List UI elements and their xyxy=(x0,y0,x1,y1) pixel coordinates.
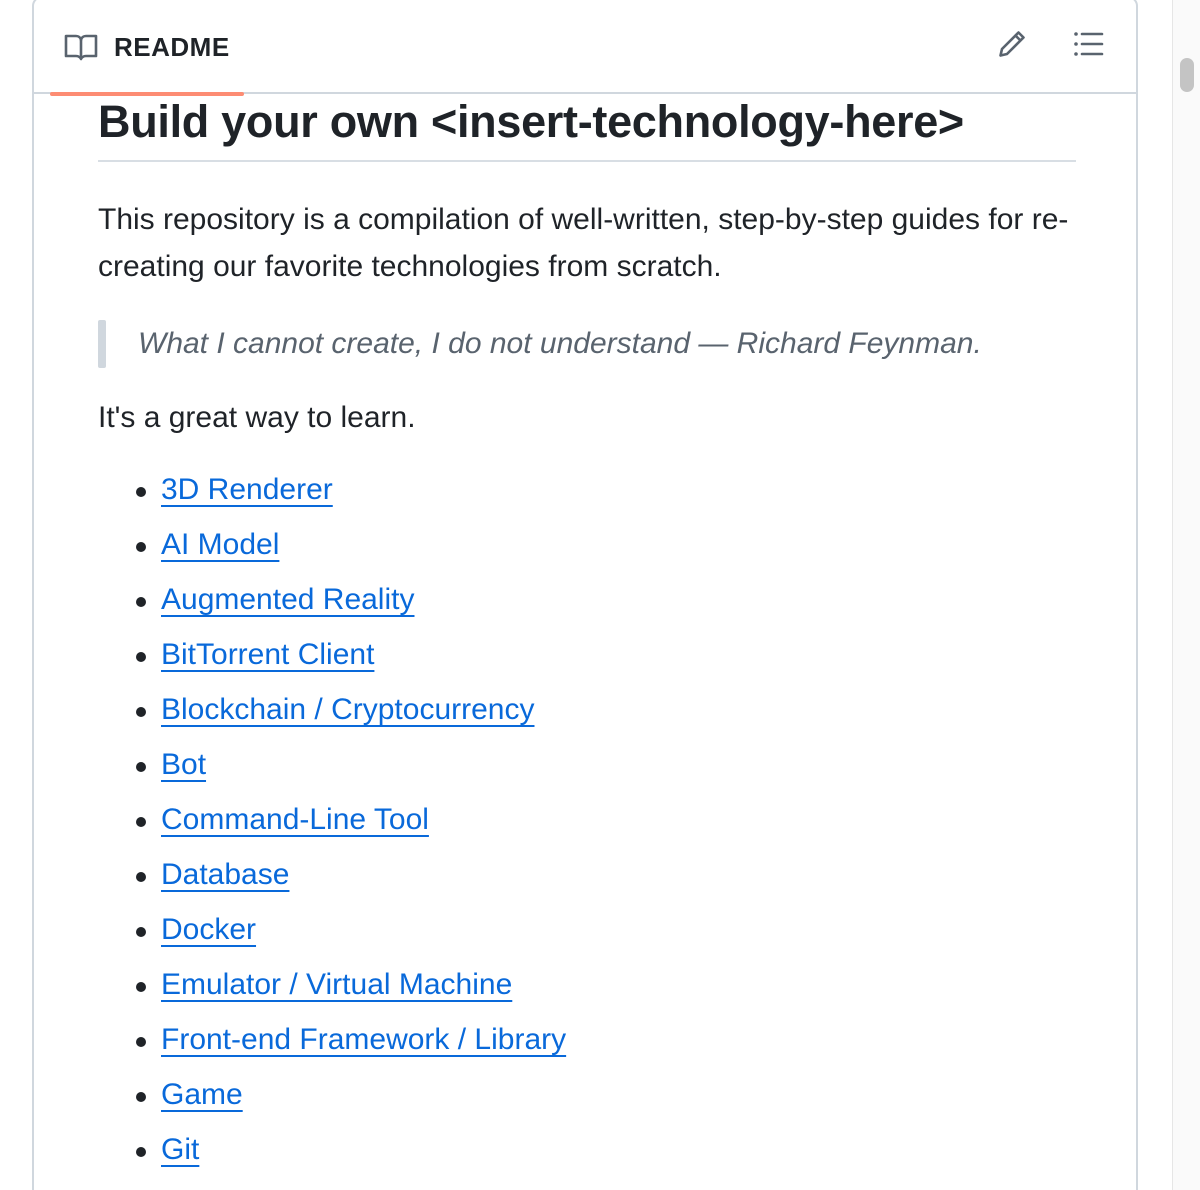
list-item: Augmented Reality xyxy=(98,578,1076,633)
technology-link[interactable]: Bot xyxy=(161,748,206,781)
scrollbar-thumb[interactable] xyxy=(1180,58,1194,92)
bullet-icon xyxy=(136,1037,146,1047)
blockquote-text: What I cannot create, I do not understan… xyxy=(138,327,982,360)
technology-link[interactable]: Git xyxy=(161,1133,199,1166)
readme-intro: This repository is a compilation of well… xyxy=(98,203,1069,283)
bullet-icon xyxy=(136,762,146,772)
page: README Build your own <insert-technology… xyxy=(0,0,1200,1190)
technology-link[interactable]: Docker xyxy=(161,913,256,946)
book-icon xyxy=(64,34,98,61)
tab-readme[interactable]: README xyxy=(50,0,244,96)
list-item: Command-Line Tool xyxy=(98,798,1076,853)
technology-link[interactable]: BitTorrent Client xyxy=(161,638,374,671)
bullet-icon xyxy=(136,542,146,552)
list-item: Emulator / Virtual Machine xyxy=(98,963,1076,1018)
bullet-icon xyxy=(136,927,146,937)
technology-link[interactable]: 3D Renderer xyxy=(161,473,333,506)
readme-content: Build your own <insert-technology-here> … xyxy=(98,94,1076,1183)
outline-button[interactable] xyxy=(1068,24,1108,64)
bullet-icon xyxy=(136,817,146,827)
technology-link[interactable]: Blockchain / Cryptocurrency xyxy=(161,693,534,726)
list-item: 3D Renderer xyxy=(98,468,1076,523)
list-item: Front-end Framework / Library xyxy=(98,1018,1076,1073)
technology-link[interactable]: AI Model xyxy=(161,528,279,561)
bullet-icon xyxy=(136,707,146,717)
bullet-icon xyxy=(136,1147,146,1157)
bullet-icon xyxy=(136,487,146,497)
tab-readme-label: README xyxy=(114,32,230,62)
list-item: Bot xyxy=(98,743,1076,798)
blockquote-bar xyxy=(98,320,106,368)
bullet-icon xyxy=(136,597,146,607)
bullet-icon xyxy=(136,872,146,882)
bullet-icon xyxy=(136,982,146,992)
list-item: Git xyxy=(98,1128,1076,1183)
technology-link[interactable]: Emulator / Virtual Machine xyxy=(161,968,512,1001)
list-item: Blockchain / Cryptocurrency xyxy=(98,688,1076,743)
pencil-icon xyxy=(999,31,1025,57)
list-item: BitTorrent Client xyxy=(98,633,1076,688)
readme-card: README Build your own <insert-technology… xyxy=(32,0,1138,1190)
technology-link[interactable]: Front-end Framework / Library xyxy=(161,1023,566,1056)
technology-list: 3D Renderer AI Model Augmented Reality BitT… xyxy=(98,468,1076,1183)
list-item: Docker xyxy=(98,908,1076,963)
readme-title: Build your own <insert-technology-here> xyxy=(98,94,1076,162)
technology-link[interactable]: Augmented Reality xyxy=(161,583,414,616)
readme-learn-text: It's a great way to learn. xyxy=(98,401,416,434)
readme-header: README xyxy=(34,0,1136,96)
bullet-icon xyxy=(136,652,146,662)
technology-link[interactable]: Command-Line Tool xyxy=(161,803,429,836)
list-unordered-icon xyxy=(1074,32,1104,56)
list-item: Game xyxy=(98,1073,1076,1128)
scrollbar[interactable] xyxy=(1172,0,1200,1190)
technology-link[interactable]: Game xyxy=(161,1078,243,1111)
edit-button[interactable] xyxy=(992,24,1032,64)
blockquote: What I cannot create, I do not understan… xyxy=(98,320,1076,368)
bullet-icon xyxy=(136,1092,146,1102)
list-item: AI Model xyxy=(98,523,1076,578)
list-item: Database xyxy=(98,853,1076,908)
technology-link[interactable]: Database xyxy=(161,858,289,891)
